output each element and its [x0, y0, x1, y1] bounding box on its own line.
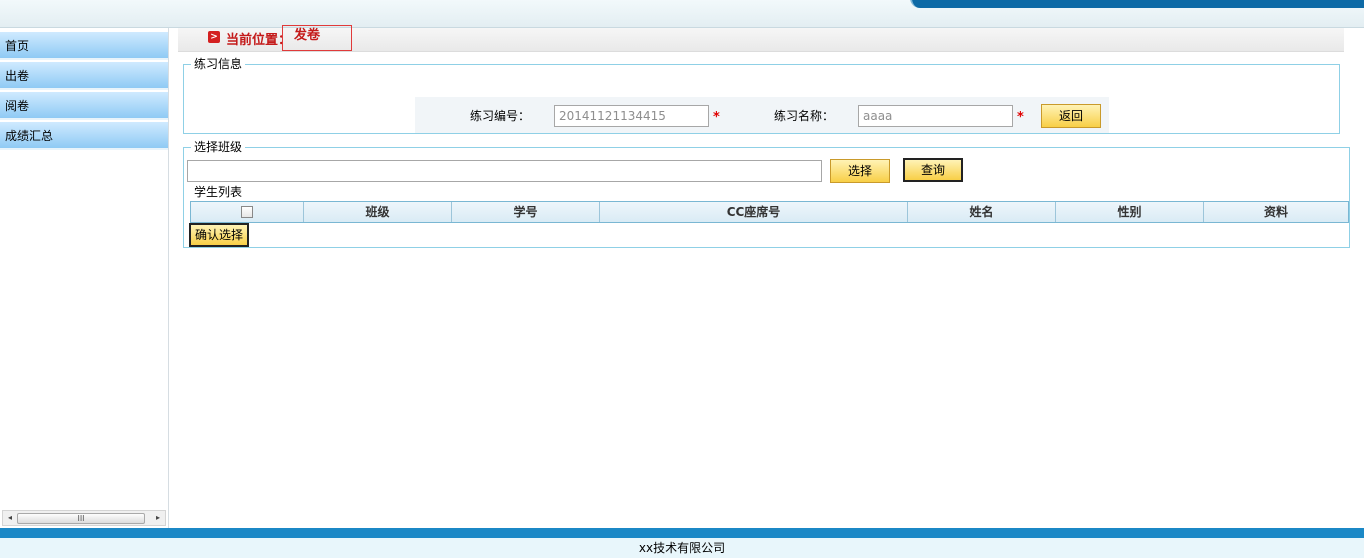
- column-header-name[interactable]: 姓名: [908, 202, 1056, 222]
- required-mark: *: [713, 110, 720, 125]
- column-header-gender[interactable]: 性别: [1056, 202, 1204, 222]
- select-class-button[interactable]: 选择: [830, 159, 890, 183]
- footer: xx技术有限公司: [0, 538, 1364, 558]
- select-all-checkbox[interactable]: [241, 206, 253, 218]
- practice-number-field[interactable]: [554, 105, 709, 127]
- top-banner-tab: [910, 0, 1364, 8]
- practice-info-fieldset: 练习信息 练习编号： * 练习名称： * 返回: [183, 56, 1340, 134]
- breadcrumb-current: 发卷: [282, 25, 352, 51]
- breadcrumb-arrow-icon: >: [208, 31, 220, 43]
- footer-company: xx技术有限公司: [638, 541, 726, 555]
- practice-info-legend: 练习信息: [191, 56, 246, 72]
- sidebar: 首页 出卷 阅卷 成绩汇总 ◂ III ▸: [0, 28, 169, 528]
- column-header-profile[interactable]: 资料: [1204, 202, 1348, 222]
- practice-name-field[interactable]: [858, 105, 1013, 127]
- class-select-legend: 选择班级: [191, 139, 246, 155]
- breadcrumb: > 当前位置： 发卷: [178, 25, 1344, 52]
- scroll-right-icon[interactable]: ▸: [152, 512, 164, 524]
- sidebar-item-home[interactable]: 首页: [0, 32, 168, 60]
- scroll-thumb[interactable]: III: [17, 513, 145, 524]
- class-select-fieldset: 选择班级 选择 查询 学生列表 班级 学号 CC座席号 姓名 性别 资料 确认选…: [183, 139, 1350, 248]
- sidebar-item-create-paper[interactable]: 出卷: [0, 62, 168, 90]
- back-button[interactable]: 返回: [1041, 104, 1101, 128]
- sidebar-item-score-summary[interactable]: 成绩汇总: [0, 122, 168, 150]
- sidebar-horizontal-scrollbar[interactable]: ◂ III ▸: [2, 510, 166, 526]
- column-header-cc-seat[interactable]: CC座席号: [600, 202, 908, 222]
- scroll-left-icon[interactable]: ◂: [4, 512, 16, 524]
- practice-name-label: 练习名称：: [774, 109, 835, 123]
- footer-accent-bar: [0, 528, 1364, 538]
- student-table-header: 班级 学号 CC座席号 姓名 性别 资料: [190, 201, 1349, 223]
- practice-number-label: 练习编号：: [470, 109, 531, 123]
- confirm-selection-button[interactable]: 确认选择: [189, 223, 249, 247]
- sidebar-item-grade-paper[interactable]: 阅卷: [0, 92, 168, 120]
- class-input[interactable]: [187, 160, 822, 182]
- top-banner: [0, 0, 1364, 28]
- select-all-cell: [191, 202, 304, 222]
- required-mark: *: [1017, 110, 1024, 125]
- student-list-title: 学生列表: [194, 185, 243, 199]
- query-button[interactable]: 查询: [903, 158, 963, 182]
- scroll-grip-icon: III: [77, 514, 85, 523]
- column-header-student-id[interactable]: 学号: [452, 202, 600, 222]
- column-header-class[interactable]: 班级: [304, 202, 452, 222]
